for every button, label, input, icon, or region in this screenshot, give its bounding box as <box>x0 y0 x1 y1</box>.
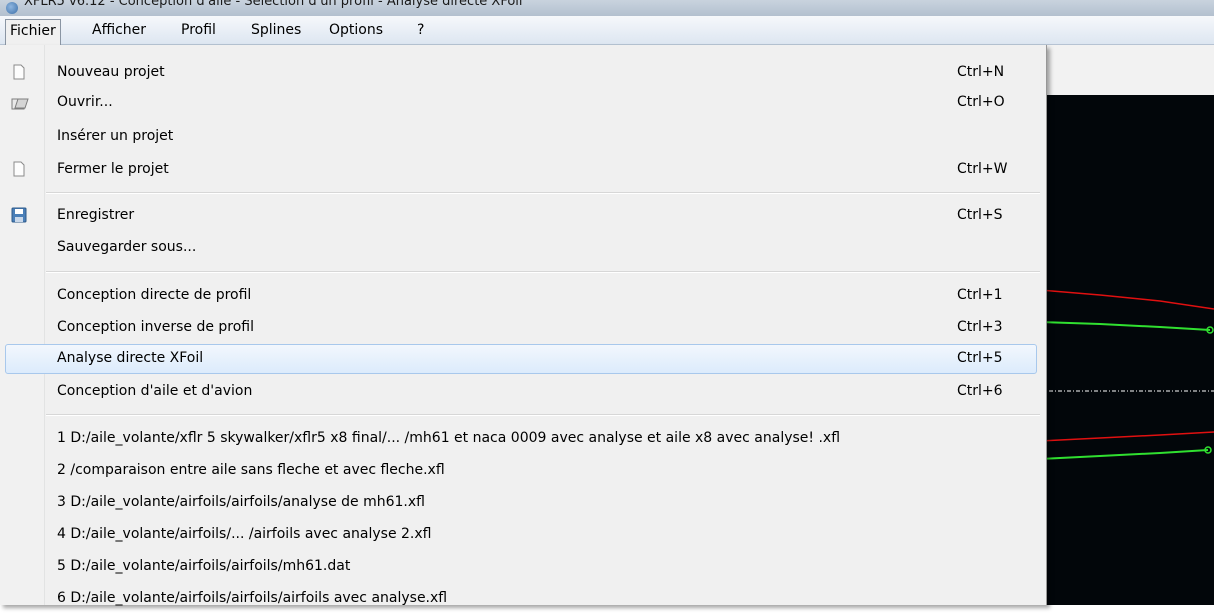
recent-file-item[interactable]: 1 D:/aile_volante/xflr 5 skywalker/xflr5… <box>0 423 1046 453</box>
window-title: XFLR5 v6.12 - Conception d'aile - Sélect… <box>24 0 523 9</box>
menu-item-label: Nouveau projet <box>57 64 165 80</box>
menu-item-shortcut: Ctrl+W <box>957 161 1008 177</box>
menu-item-label: Enregistrer <box>57 207 135 223</box>
upper-green-curve <box>1039 321 1211 331</box>
lower-green-curve <box>1039 449 1209 460</box>
menu-separator <box>46 192 1040 194</box>
menu-item-shortcut: Ctrl+1 <box>957 287 1003 303</box>
menu-fichier[interactable]: Fichier <box>5 19 61 45</box>
menu-item-save[interactable]: Enregistrer Ctrl+S <box>0 200 1046 230</box>
menu-item-label: Insérer un projet <box>57 128 174 144</box>
menu-item-shortcut: Ctrl+6 <box>957 383 1003 399</box>
menu-bar: Fichier Afficher Profil Splines Options … <box>0 16 1214 45</box>
menu-item-wing-plane-design[interactable]: Conception d'aile et d'avion Ctrl+6 <box>0 376 1046 406</box>
airfoil-canvas[interactable] <box>1039 95 1214 605</box>
airfoil-plot <box>1039 289 1214 460</box>
menu-separator <box>46 271 1040 273</box>
menu-separator <box>46 414 1040 416</box>
recent-file-item[interactable]: 3 D:/aile_volante/airfoils/airfoils/anal… <box>0 487 1046 517</box>
menu-item-shortcut: Ctrl+3 <box>957 319 1003 335</box>
recent-file-item[interactable]: 2 /comparaison entre aile sans fleche et… <box>0 455 1046 485</box>
lower-red-curve <box>1039 431 1214 442</box>
menu-item-label: Conception inverse de profil <box>57 319 255 335</box>
recent-file-item[interactable]: 6 D:/aile_volante/airfoils/airfoils/airf… <box>0 583 1046 613</box>
recent-file-label: 2 /comparaison entre aile sans fleche et… <box>57 462 445 478</box>
menu-item-xfoil-analysis[interactable]: Analyse directe XFoil Ctrl+5 <box>0 343 1046 374</box>
menu-item-label: Ouvrir... <box>57 94 113 110</box>
menu-options[interactable]: Options <box>325 20 387 40</box>
recent-file-label: 5 D:/aile_volante/airfoils/airfoils/mh61… <box>57 558 351 574</box>
menu-profil[interactable]: Profil <box>177 20 220 40</box>
open-folder-icon <box>11 94 29 110</box>
menu-item-label: Conception directe de profil <box>57 287 252 303</box>
menu-item-label: Sauvegarder sous... <box>57 239 197 255</box>
save-icon <box>11 207 27 223</box>
close-document-icon <box>11 161 27 177</box>
menu-item-direct-foil-design[interactable]: Conception directe de profil Ctrl+1 <box>0 280 1046 310</box>
recent-file-label: 1 D:/aile_volante/xflr 5 skywalker/xflr5… <box>57 430 841 446</box>
upper-red-curve <box>1039 289 1214 310</box>
recent-file-label: 4 D:/aile_volante/airfoils/... /airfoils… <box>57 526 432 542</box>
menu-splines[interactable]: Splines <box>247 20 305 40</box>
menu-item-inverse-foil-design[interactable]: Conception inverse de profil Ctrl+3 <box>0 312 1046 342</box>
menu-item-label: Fermer le projet <box>57 161 169 177</box>
menu-item-label: Analyse directe XFoil <box>57 350 204 366</box>
menu-item-save-as[interactable]: Sauvegarder sous... <box>0 232 1046 262</box>
menu-item-shortcut: Ctrl+S <box>957 207 1003 223</box>
menu-item-open[interactable]: Ouvrir... Ctrl+O <box>0 87 1046 117</box>
menu-item-insert-project[interactable]: Insérer un projet <box>0 121 1046 151</box>
menu-item-shortcut: Ctrl+5 <box>957 350 1003 366</box>
file-menu-dropdown: Nouveau projet Ctrl+N Ouvrir... Ctrl+O I… <box>0 45 1047 606</box>
recent-file-label: 6 D:/aile_volante/airfoils/airfoils/airf… <box>57 590 448 606</box>
menu-item-new-project[interactable]: Nouveau projet Ctrl+N <box>0 57 1046 87</box>
window-titlebar: XFLR5 v6.12 - Conception d'aile - Sélect… <box>0 0 1214 16</box>
menu-item-shortcut: Ctrl+N <box>957 64 1005 80</box>
menu-help[interactable]: ? <box>413 20 428 40</box>
recent-file-item[interactable]: 4 D:/aile_volante/airfoils/... /airfoils… <box>0 519 1046 549</box>
new-document-icon <box>11 64 27 80</box>
app-icon <box>6 2 18 14</box>
menu-item-label: Conception d'aile et d'avion <box>57 383 253 399</box>
toolbar-area <box>1040 45 1214 95</box>
menu-item-close-project[interactable]: Fermer le projet Ctrl+W <box>0 154 1046 184</box>
recent-file-item[interactable]: 5 D:/aile_volante/airfoils/airfoils/mh61… <box>0 551 1046 581</box>
menu-afficher[interactable]: Afficher <box>88 20 150 40</box>
recent-file-label: 3 D:/aile_volante/airfoils/airfoils/anal… <box>57 494 425 510</box>
menu-item-shortcut: Ctrl+O <box>957 94 1005 110</box>
